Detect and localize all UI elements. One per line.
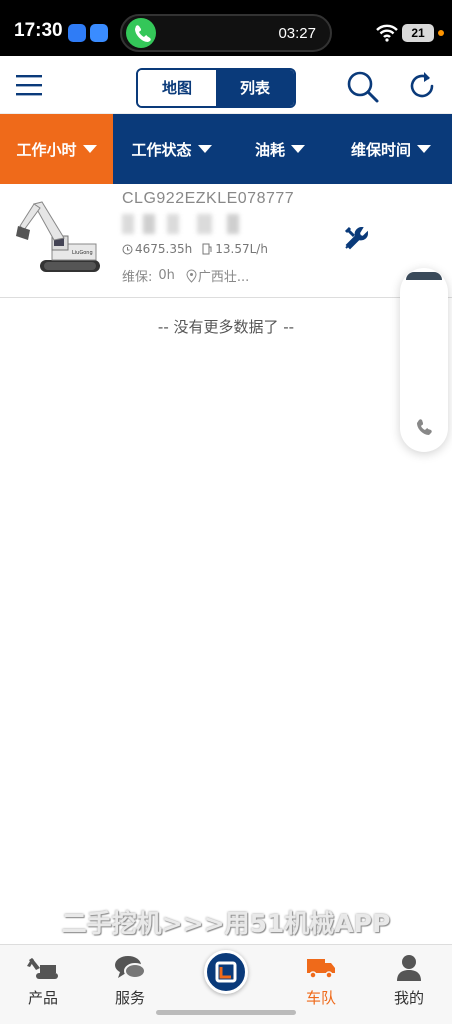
location-value: 广西壮... xyxy=(197,270,250,285)
vehicle-serial: CLG922EZKLE078777 xyxy=(122,190,295,207)
chat-icon xyxy=(115,956,146,979)
fuel-consumption-value: 13.57L/h xyxy=(215,242,268,256)
filter-label: 油耗 xyxy=(254,140,285,159)
menu-icon[interactable] xyxy=(16,74,42,96)
filter-work-hours[interactable]: 工作小时 xyxy=(0,114,113,184)
tab-products[interactable]: 产品 xyxy=(8,953,78,1008)
tab-mine[interactable]: 我的 xyxy=(374,953,444,1008)
logo-home-button[interactable] xyxy=(204,950,248,994)
filter-fuel[interactable]: 油耗 xyxy=(230,114,330,184)
search-icon[interactable] xyxy=(346,70,380,104)
location-pin-icon xyxy=(186,268,197,283)
chevron-down-icon xyxy=(291,145,305,153)
excavator-image: LiuGong xyxy=(16,201,100,272)
phone-call-icon xyxy=(126,18,156,48)
view-toggle: 地图 列表 xyxy=(136,68,296,108)
clock-icon xyxy=(122,244,133,254)
watermark-text: 二手挖机>>>用51机械APP xyxy=(61,909,391,938)
top-header: 地图 列表 xyxy=(0,56,452,114)
user-icon xyxy=(397,955,421,981)
chevron-down-icon xyxy=(82,145,97,153)
home-indicator xyxy=(156,1010,296,1015)
message-app-icon xyxy=(68,24,86,42)
chevron-down-icon xyxy=(417,145,431,153)
maintenance-label: 维保: xyxy=(122,270,153,285)
vehicle-stats: 4675.35h 13.57L/h xyxy=(122,242,268,256)
logo-icon xyxy=(215,961,237,983)
map-view-tab[interactable]: 地图 xyxy=(138,70,216,106)
floating-side-panel[interactable] xyxy=(400,268,448,452)
svg-text:LiuGong: LiuGong xyxy=(72,250,93,256)
wrench-icon[interactable] xyxy=(342,224,372,254)
battery-indicator: 21 xyxy=(402,24,434,42)
filter-maintenance-time[interactable]: 维保时间 xyxy=(330,114,452,184)
vehicle-list-item[interactable]: LiuGong CLG922EZKLE078777 4675.35h 13.57… xyxy=(0,184,452,298)
work-hours-value: 4675.35h xyxy=(135,242,193,256)
tab-label: 我的 xyxy=(393,989,424,1007)
vehicle-maintenance-location: 维保: 0h 广西壮... xyxy=(122,266,249,285)
excavator-icon xyxy=(27,958,58,979)
tab-label: 服务 xyxy=(114,989,145,1007)
filter-label: 工作状态 xyxy=(131,140,192,159)
status-time: 17:30 xyxy=(14,20,63,41)
active-call-pill[interactable]: 03:27 xyxy=(120,14,332,52)
call-timer: 03:27 xyxy=(278,25,316,42)
fuel-icon xyxy=(202,243,212,255)
filter-work-status[interactable]: 工作状态 xyxy=(113,114,230,184)
truck-icon xyxy=(307,959,335,979)
list-view-tab[interactable]: 列表 xyxy=(216,70,294,106)
list-end-message: -- 没有更多数据了 -- xyxy=(157,318,295,336)
filter-label: 维保时间 xyxy=(350,140,411,159)
tab-label: 车队 xyxy=(305,989,336,1007)
maintenance-value: 0h xyxy=(158,268,175,283)
filter-bar: 工作小时 工作状态 油耗 维保时间 xyxy=(0,114,452,184)
panel-handle xyxy=(406,272,442,280)
privacy-dot xyxy=(438,30,444,36)
tab-fleet[interactable]: 车队 xyxy=(286,953,356,1008)
chevron-down-icon xyxy=(197,145,212,153)
filter-label: 工作小时 xyxy=(16,140,77,159)
phone-icon[interactable] xyxy=(414,418,434,438)
wifi-icon xyxy=(376,24,398,42)
status-bar: 17:30 03:27 21 xyxy=(0,0,452,56)
refresh-icon[interactable] xyxy=(406,70,438,102)
navigation-app-icon xyxy=(90,24,108,42)
tab-service[interactable]: 服务 xyxy=(95,953,165,1008)
tab-label: 产品 xyxy=(27,989,58,1007)
vehicle-name-redacted xyxy=(122,214,272,234)
